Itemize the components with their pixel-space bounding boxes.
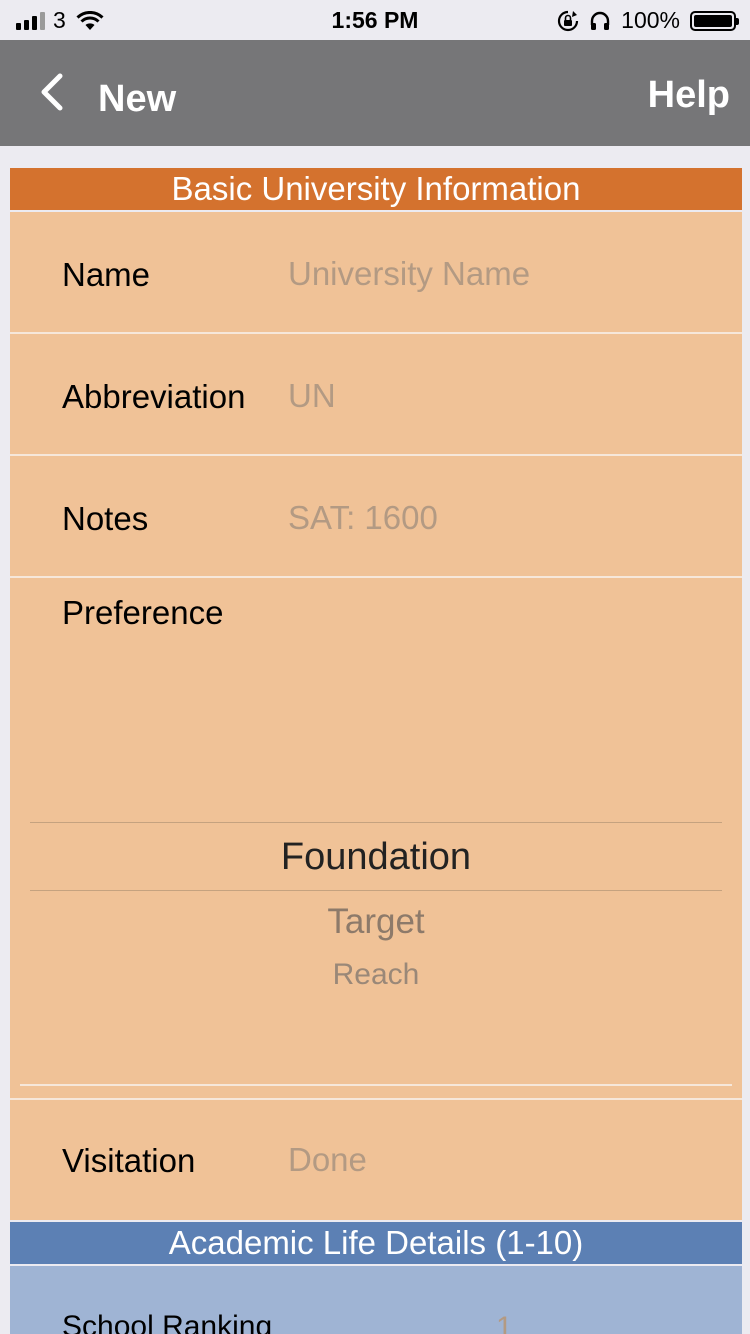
visitation-input[interactable] xyxy=(288,1138,718,1182)
picker-option[interactable]: Target xyxy=(10,902,742,942)
preference-label: Preference xyxy=(62,594,224,631)
chevron-left-icon xyxy=(41,73,63,111)
basic-info-form: Name Abbreviation Notes Preference Found… xyxy=(10,212,742,1220)
nav-title: New xyxy=(98,78,177,120)
picker-bottom-line xyxy=(30,890,722,891)
school-ranking-input[interactable] xyxy=(496,1306,596,1334)
academic-details-form: School Ranking xyxy=(10,1266,742,1334)
academic-details-header: Academic Life Details (1-10) xyxy=(10,1222,742,1264)
navigation-bar: New Help xyxy=(0,40,750,146)
school-ranking-row: School Ranking xyxy=(10,1266,742,1334)
visitation-row: Visitation xyxy=(10,1098,742,1220)
school-ranking-label: School Ranking xyxy=(62,1310,273,1334)
abbreviation-input[interactable] xyxy=(288,374,718,418)
picker-option-selected[interactable]: Foundation xyxy=(10,836,742,879)
visitation-label: Visitation xyxy=(62,1142,196,1179)
notes-row: Notes xyxy=(10,456,742,578)
abbreviation-row: Abbreviation xyxy=(10,334,742,456)
notes-input[interactable] xyxy=(288,496,718,540)
notes-label: Notes xyxy=(62,500,149,537)
preference-row: Preference Foundation Target Reach xyxy=(10,578,742,1094)
status-bar: 3 1:56 PM 100% xyxy=(0,0,750,40)
picker-option[interactable]: Reach xyxy=(10,958,742,992)
headphones-icon xyxy=(590,11,610,30)
battery-fill xyxy=(694,14,732,27)
basic-info-header: Basic University Information xyxy=(10,168,742,210)
orientation-lock-icon xyxy=(558,10,579,31)
name-label: Name xyxy=(62,256,151,293)
help-button[interactable]: Help xyxy=(648,74,730,117)
name-input[interactable] xyxy=(288,252,718,296)
status-right: 100% xyxy=(557,7,739,34)
back-button[interactable] xyxy=(36,70,76,120)
battery-icon xyxy=(690,10,739,31)
picker-top-line xyxy=(30,822,722,823)
battery-percent: 100% xyxy=(621,7,680,33)
abbreviation-label: Abbreviation xyxy=(62,378,246,415)
preference-bottom-divider xyxy=(20,1084,732,1086)
name-row: Name xyxy=(10,212,742,334)
preference-picker[interactable]: Foundation Target Reach xyxy=(10,778,742,1068)
